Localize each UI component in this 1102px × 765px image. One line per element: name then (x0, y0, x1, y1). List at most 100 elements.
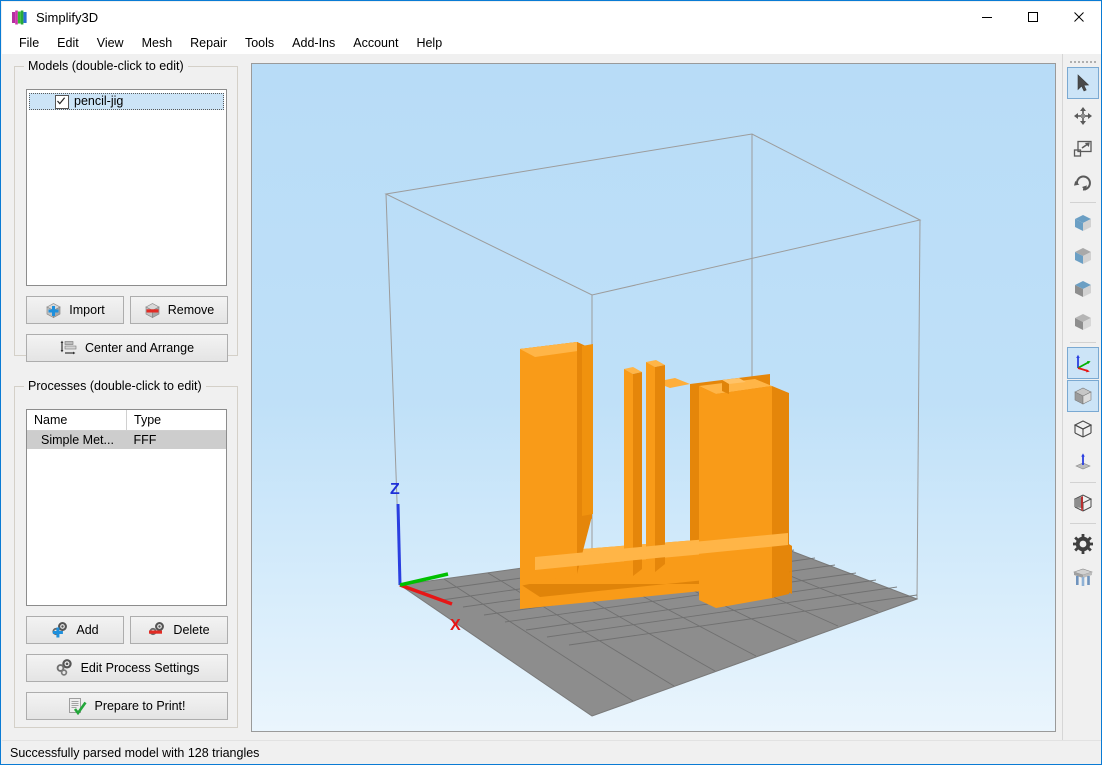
cube-gray-top-icon (1072, 311, 1094, 333)
menu-repair[interactable]: Repair (181, 35, 236, 52)
minimize-icon (981, 11, 993, 23)
3d-viewport[interactable]: Z X (251, 63, 1056, 732)
models-group: Models (double-click to edit) pencil-jig (14, 66, 238, 356)
cross-section-cube-icon (1072, 492, 1094, 514)
maximize-icon (1027, 11, 1039, 23)
import-button[interactable]: Import (26, 296, 124, 324)
window-title: Simplify3D (36, 11, 98, 24)
solid-cube-icon (1072, 385, 1094, 407)
model-pencil-jig[interactable] (520, 342, 792, 609)
center-and-arrange-label: Center and Arrange (85, 342, 194, 355)
toolbar-separator (1070, 202, 1096, 203)
processes-table: Name Type Simple Met... FFF (27, 410, 226, 449)
edit-process-settings-button[interactable]: Edit Process Settings (26, 654, 228, 682)
column-header-name[interactable]: Name (27, 410, 127, 431)
scale-icon (1073, 139, 1093, 159)
remove-button-label: Remove (168, 304, 215, 317)
right-toolbar (1062, 54, 1102, 740)
menu-add-ins[interactable]: Add-Ins (283, 35, 344, 52)
rotate-tool-button[interactable] (1067, 166, 1099, 198)
table-row[interactable]: Simple Met... FFF (27, 431, 226, 450)
menu-mesh[interactable]: Mesh (133, 35, 182, 52)
document-check-icon (68, 697, 87, 715)
simplify3d-window: Simplify3D File Edit View (0, 0, 1102, 765)
cursor-arrow-icon (1073, 73, 1093, 93)
model-checkbox[interactable] (55, 95, 69, 109)
minimize-button[interactable] (964, 2, 1010, 32)
cube-blue-top-icon (1072, 212, 1094, 234)
show-axes-toggle-button[interactable] (1067, 347, 1099, 379)
cube-blue-top-icon (1072, 278, 1094, 300)
processes-group-title: Processes (double-click to edit) (24, 379, 206, 393)
cube-minus-icon (144, 302, 161, 319)
menu-edit[interactable]: Edit (48, 35, 88, 52)
rotate-icon (1073, 172, 1093, 192)
axis-label-z: Z (390, 481, 400, 498)
view-front-tool-button[interactable] (1067, 207, 1099, 239)
left-panel: Models (double-click to edit) pencil-jig (2, 54, 250, 740)
cube-plus-icon (45, 302, 62, 319)
supports-icon (1072, 566, 1094, 588)
close-button[interactable] (1056, 2, 1102, 32)
scale-tool-button[interactable] (1067, 133, 1099, 165)
edit-process-settings-label: Edit Process Settings (81, 662, 200, 675)
view-left-tool-button[interactable] (1067, 273, 1099, 305)
cube-gray-top-icon (1072, 245, 1094, 267)
center-and-arrange-button[interactable]: Center and Arrange (26, 334, 228, 362)
settings-tool-button[interactable] (1067, 528, 1099, 560)
process-type-cell: FFF (127, 431, 227, 450)
model-name: pencil-jig (74, 95, 123, 108)
menu-bar: File Edit View Mesh Repair Tools Add-Ins… (2, 32, 1102, 54)
toolbar-separator (1070, 523, 1096, 524)
wireframe-view-toggle-button[interactable] (1067, 413, 1099, 445)
window-controls (964, 2, 1102, 32)
normals-view-toggle-button[interactable] (1067, 446, 1099, 478)
add-process-button[interactable]: Add (26, 616, 124, 644)
status-message: Successfully parsed model with 128 trian… (10, 746, 259, 760)
title-bar: Simplify3D (2, 2, 1102, 32)
menu-account[interactable]: Account (344, 35, 407, 52)
move-tool-button[interactable] (1067, 100, 1099, 132)
solid-view-toggle-button[interactable] (1067, 380, 1099, 412)
menu-help[interactable]: Help (407, 35, 451, 52)
delete-process-label: Delete (173, 624, 209, 637)
gears-plus-icon (51, 622, 69, 639)
view-right-tool-button[interactable] (1067, 306, 1099, 338)
models-group-title: Models (double-click to edit) (24, 59, 188, 73)
normal-vector-icon (1073, 452, 1093, 472)
gear-icon (1072, 533, 1094, 555)
menu-view[interactable]: View (88, 35, 133, 52)
toolbar-separator (1070, 342, 1096, 343)
gears-icon (55, 659, 74, 677)
column-header-type[interactable]: Type (127, 410, 227, 431)
processes-group: Processes (double-click to edit) Name Ty… (14, 386, 238, 728)
move-arrows-icon (1073, 106, 1093, 126)
toolbar-separator (1070, 482, 1096, 483)
models-list[interactable]: pencil-jig (26, 89, 227, 286)
axis-label-x: X (450, 617, 461, 634)
cross-section-toggle-button[interactable] (1067, 487, 1099, 519)
simplify3d-logo-icon (11, 9, 28, 26)
processes-list[interactable]: Name Type Simple Met... FFF (26, 409, 227, 606)
supports-tool-button[interactable] (1067, 561, 1099, 593)
axes-icon (1073, 353, 1093, 373)
maximize-button[interactable] (1010, 2, 1056, 32)
menu-file[interactable]: File (10, 35, 48, 52)
status-bar: Successfully parsed model with 128 trian… (2, 740, 1102, 765)
checkmark-icon (56, 96, 66, 106)
delete-process-button[interactable]: Delete (130, 616, 228, 644)
select-tool-button[interactable] (1067, 67, 1099, 99)
arrange-icon (60, 340, 78, 356)
gears-minus-icon (148, 622, 166, 639)
prepare-to-print-label: Prepare to Print! (94, 700, 185, 713)
list-item[interactable]: pencil-jig (29, 93, 224, 110)
3d-scene: Z X (252, 64, 1055, 731)
add-process-label: Add (76, 624, 98, 637)
view-back-tool-button[interactable] (1067, 240, 1099, 272)
remove-button[interactable]: Remove (130, 296, 228, 324)
menu-tools[interactable]: Tools (236, 35, 283, 52)
wireframe-cube-icon (1072, 418, 1094, 440)
table-header-row: Name Type (27, 410, 226, 431)
drag-grip-icon[interactable] (1066, 57, 1100, 66)
prepare-to-print-button[interactable]: Prepare to Print! (26, 692, 228, 720)
